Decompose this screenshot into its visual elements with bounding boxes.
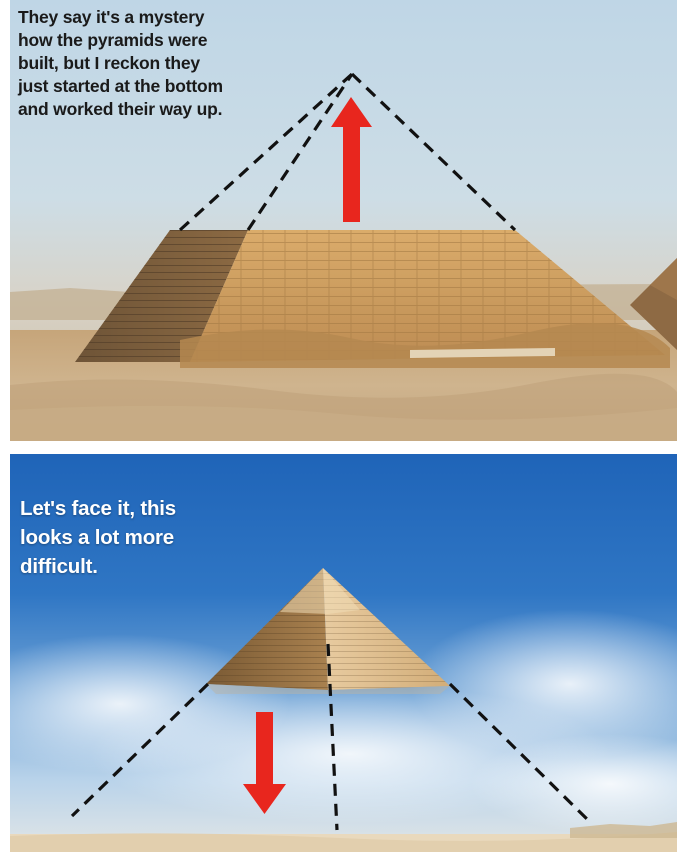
bottom-panel: Let's face it, this looks a lot more dif… xyxy=(10,454,677,852)
top-panel: They say it's a mystery how the pyramids… xyxy=(10,0,677,441)
top-caption: They say it's a mystery how the pyramids… xyxy=(18,7,223,119)
bottom-caption: Let's face it, this looks a lot more dif… xyxy=(20,497,177,578)
